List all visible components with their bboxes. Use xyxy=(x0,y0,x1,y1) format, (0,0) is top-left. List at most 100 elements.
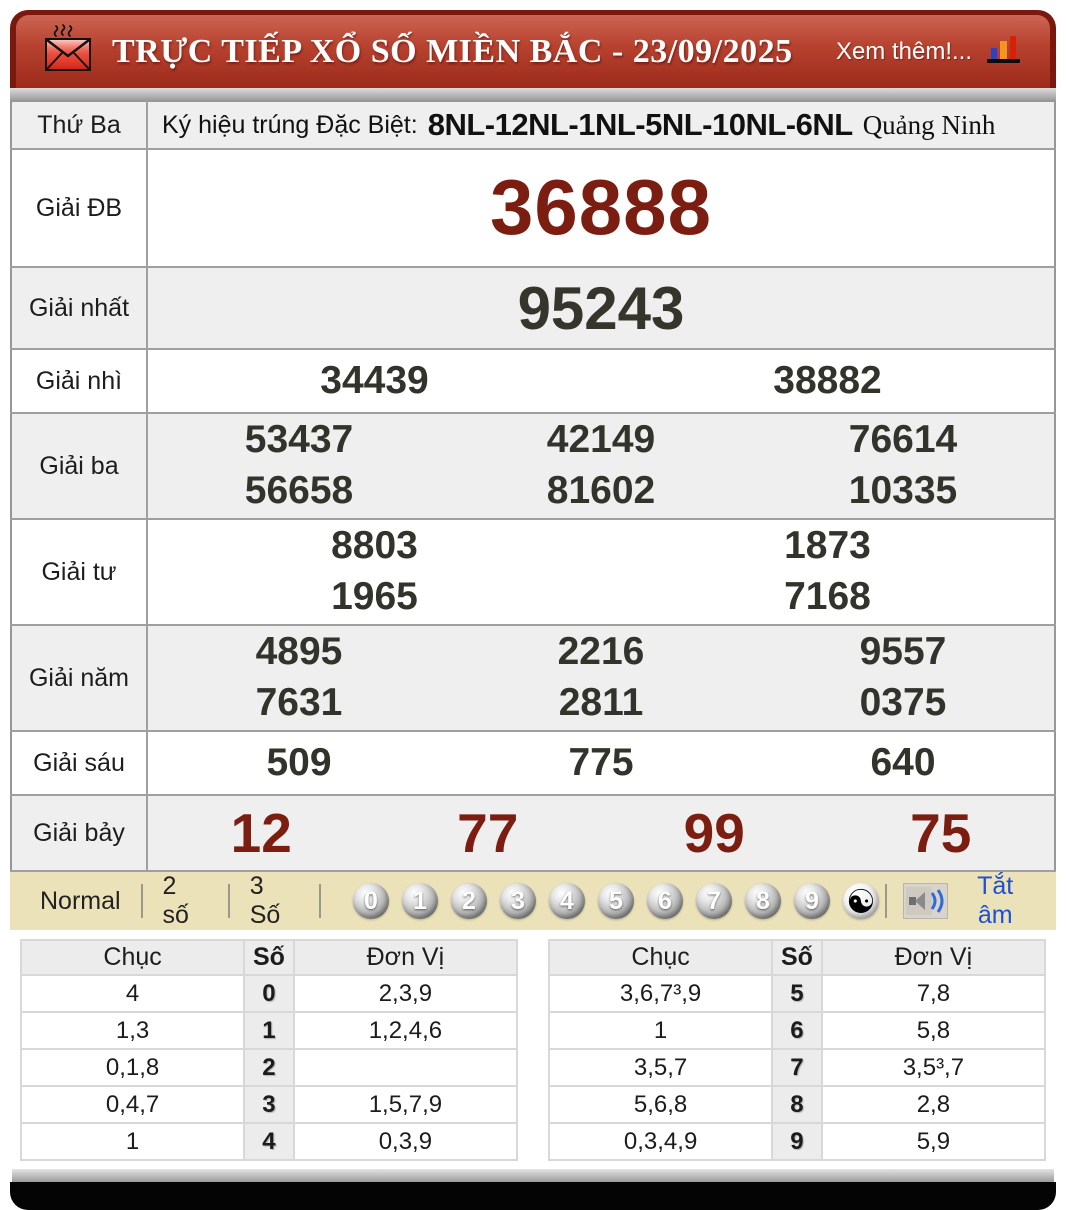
prize-number: 36888 xyxy=(490,163,712,252)
bar-chart-icon[interactable] xyxy=(984,32,1024,71)
prize-number: 81602 xyxy=(546,469,656,512)
digit-cell: 8 xyxy=(771,1085,823,1124)
page-title: TRỰC TIẾP XỔ SỐ MIỀN BẮC - 23/09/2025 xyxy=(112,32,793,70)
mode-2-digits[interactable]: 2 số xyxy=(149,872,222,930)
envelope-icon xyxy=(40,23,96,80)
speaker-icon xyxy=(902,883,949,919)
digit-cell: 9 xyxy=(771,1122,823,1161)
footer-bar xyxy=(10,1182,1056,1210)
number-ball-5[interactable]: 5 xyxy=(597,883,634,919)
header: TRỰC TIẾP XỔ SỐ MIỀN BẮC - 23/09/2025 Xe… xyxy=(10,10,1056,88)
number-ball-2[interactable]: 2 xyxy=(450,883,487,919)
lottery-widget: TRỰC TIẾP XỔ SỐ MIỀN BẮC - 23/09/2025 Xe… xyxy=(10,10,1056,1210)
prize-label: Giải sáu xyxy=(11,731,148,795)
mode-3-digits[interactable]: 3 Số xyxy=(236,872,313,930)
prize-row: Giải ĐB 36888 xyxy=(11,149,1055,267)
prize-number: 2811 xyxy=(558,681,644,724)
units-cell xyxy=(292,1048,519,1087)
tens-cell: 3,5,7 xyxy=(547,1048,774,1087)
units-cell: 5,9 xyxy=(820,1122,1047,1161)
units-cell: 1,5,7,9 xyxy=(292,1085,519,1124)
prize-number: 95243 xyxy=(517,274,685,342)
units-cell: 0,3,9 xyxy=(292,1122,519,1161)
tens-cell: 1 xyxy=(19,1122,246,1161)
digit-table-row: 0,4,7 3 1,5,7,9 xyxy=(19,1085,519,1124)
tens-cell: 0,3,4,9 xyxy=(547,1122,774,1161)
digit-table-header: Số xyxy=(243,939,295,976)
yin-yang-ball-icon[interactable]: ☯ xyxy=(842,883,879,919)
toolbar-divider xyxy=(318,884,321,918)
number-ball-9[interactable]: 9 xyxy=(793,883,830,919)
digit-table-row: 3,5,7 7 3,5³,7 xyxy=(547,1048,1047,1087)
prize-table: Thứ Ba Ký hiệu trúng Đặc Biệt: 8NL-12NL-… xyxy=(10,100,1056,872)
toolbar-divider xyxy=(140,884,143,918)
header-divider-strip xyxy=(10,88,1056,100)
weekday-label: Thứ Ba xyxy=(11,101,148,149)
number-ball-0[interactable]: 0 xyxy=(352,883,389,919)
units-cell: 7,8 xyxy=(820,974,1047,1013)
digit-table-row: 4 0 2,3,9 xyxy=(19,974,519,1013)
prize-number: 509 xyxy=(266,740,332,784)
prize-number: 56658 xyxy=(244,469,354,512)
digit-table-row: 1 6 5,8 xyxy=(547,1011,1047,1050)
prize-number: 7631 xyxy=(255,681,343,724)
units-cell: 2,3,9 xyxy=(292,974,519,1013)
draw-info-row: Thứ Ba Ký hiệu trúng Đặc Biệt: 8NL-12NL-… xyxy=(11,101,1055,149)
digit-cell: 7 xyxy=(771,1048,823,1087)
digit-table-header: Chục xyxy=(19,939,246,976)
prize-number: 640 xyxy=(870,740,936,784)
prize-row: Giải ba 53437 42149 76614 56658 81602 10335 xyxy=(11,413,1055,519)
number-balls: 0 1 2 3 4 5 6 7 8 9 ☯ xyxy=(352,883,879,919)
digit-table-row: 5,6,8 8 2,8 xyxy=(547,1085,1047,1124)
special-sign-codes: 8NL-12NL-1NL-5NL-10NL-6NL xyxy=(427,107,853,142)
number-ball-6[interactable]: 6 xyxy=(646,883,683,919)
prize-number: 8803 xyxy=(331,524,418,568)
number-ball-1[interactable]: 1 xyxy=(401,883,438,919)
prize-label: Giải ba xyxy=(11,413,148,519)
digit-table-left: Chục Số Đơn Vị 4 0 2,3,9 1,3 1 1,2,4,6 0,1,8 2 0,4,… xyxy=(19,939,519,1161)
units-cell: 5,8 xyxy=(820,1011,1047,1050)
prize-number: 2216 xyxy=(557,630,645,674)
digit-table-right: Chục Số Đơn Vị 3,6,7³,9 5 7,8 1 6 5,8 3,5,7 7 3,5³,… xyxy=(547,939,1047,1161)
number-ball-3[interactable]: 3 xyxy=(499,883,536,919)
tens-cell: 4 xyxy=(19,974,246,1013)
units-cell: 3,5³,7 xyxy=(820,1048,1047,1087)
see-more-link[interactable]: Xem thêm!... xyxy=(836,38,972,66)
digit-cell: 5 xyxy=(771,974,823,1013)
digit-table-header: Đơn Vị xyxy=(292,939,519,976)
mute-button[interactable]: Tắt âm xyxy=(902,872,1032,930)
digit-table-row: 1 4 0,3,9 xyxy=(19,1122,519,1161)
units-cell: 2,8 xyxy=(820,1085,1047,1124)
toolbar: Normal 2 số 3 Số 0 1 2 3 4 5 6 7 8 9 ☯ Tắt âm xyxy=(10,872,1056,930)
special-sign-label: Ký hiệu trúng Đặc Biệt: xyxy=(162,110,418,139)
digit-cell: 0 xyxy=(243,974,295,1013)
number-ball-4[interactable]: 4 xyxy=(548,883,585,919)
prize-row: Giải năm 4895 2216 9557 7631 2811 0375 xyxy=(11,625,1055,731)
prize-number: 53437 xyxy=(244,418,354,462)
prize-number: 75 xyxy=(910,801,972,864)
tens-cell: 0,1,8 xyxy=(19,1048,246,1087)
tens-cell: 3,6,7³,9 xyxy=(547,974,774,1013)
header-bar: TRỰC TIẾP XỔ SỐ MIỀN BẮC - 23/09/2025 Xe… xyxy=(16,15,1050,88)
prize-row: Giải tư 8803 1873 1965 7168 xyxy=(11,519,1055,625)
digit-summary-section: Chục Số Đơn Vị 4 0 2,3,9 1,3 1 1,2,4,6 0,1,8 2 0,4,… xyxy=(10,930,1056,1169)
digit-table-row: 1,3 1 1,2,4,6 xyxy=(19,1011,519,1050)
prize-number: 1965 xyxy=(331,575,418,618)
prize-label: Giải ĐB xyxy=(11,149,148,267)
mode-normal[interactable]: Normal xyxy=(26,887,135,916)
prize-label: Giải tư xyxy=(11,519,148,625)
prize-number: 4895 xyxy=(255,630,343,674)
tens-cell: 5,6,8 xyxy=(547,1085,774,1124)
number-ball-7[interactable]: 7 xyxy=(695,883,732,919)
footer-gray-strip xyxy=(12,1169,1054,1182)
toolbar-divider xyxy=(884,884,887,918)
prize-row: Giải sáu 509 775 640 xyxy=(11,731,1055,795)
digit-cell: 1 xyxy=(243,1011,295,1050)
digit-cell: 4 xyxy=(243,1122,295,1161)
mute-label: Tắt âm xyxy=(977,872,1014,929)
prize-number: 99 xyxy=(683,801,745,864)
prize-number: 1873 xyxy=(784,524,871,568)
prize-number: 42149 xyxy=(546,418,656,462)
digit-table-row: 0,1,8 2 xyxy=(19,1048,519,1087)
number-ball-8[interactable]: 8 xyxy=(744,883,781,919)
